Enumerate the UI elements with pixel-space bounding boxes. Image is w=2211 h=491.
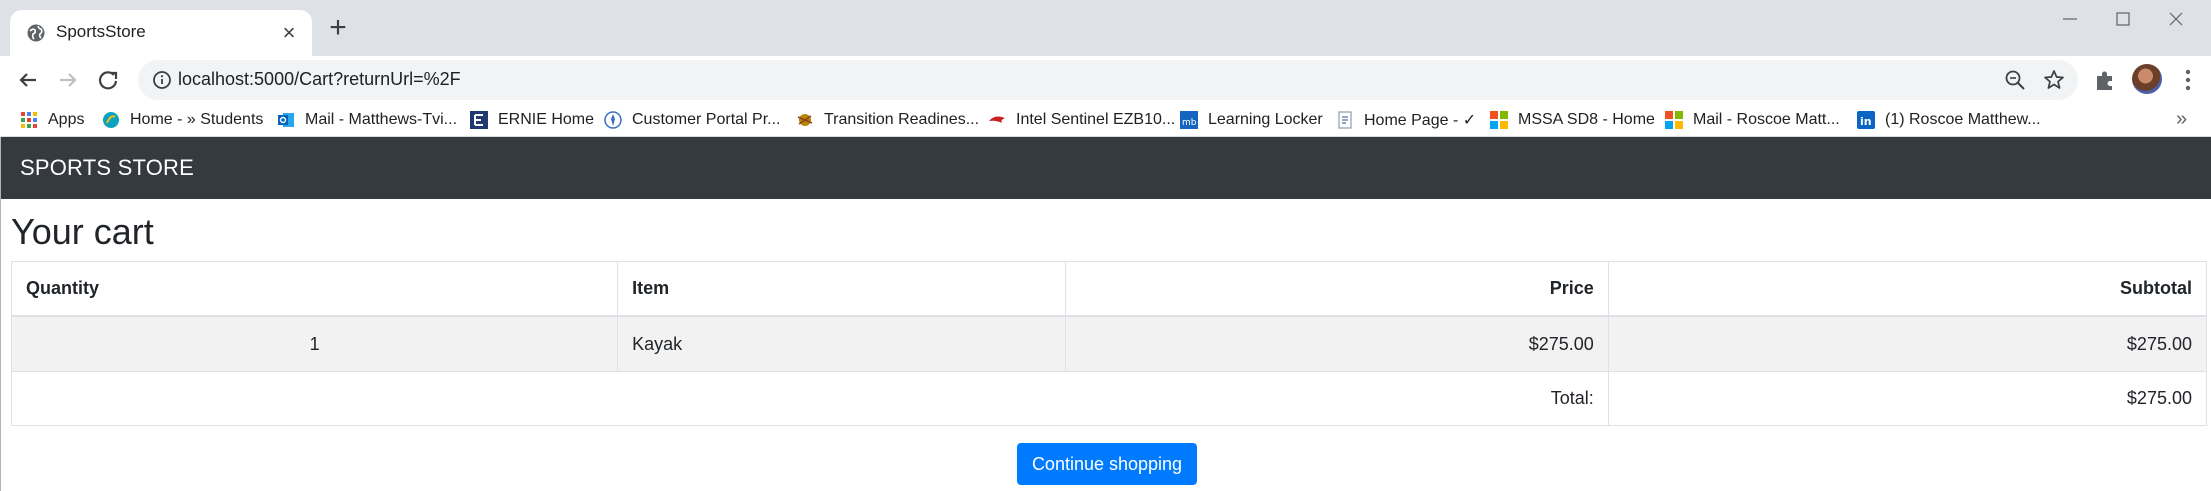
bookmark-label: Transition Readines... [824, 111, 980, 128]
bookmark-label: Apps [48, 111, 85, 128]
table-row: 1 Kayak $275.00 $275.00 [10, 315, 2208, 372]
portal-icon [604, 111, 622, 129]
page-title: Your cart [11, 211, 154, 252]
ernie-icon [470, 111, 488, 129]
bookmark-label: Customer Portal Pr... [632, 111, 781, 128]
bookmark-students[interactable]: Home - » Students [102, 104, 263, 136]
bookmark-mssa[interactable]: MSSA SD8 - Home [1490, 104, 1655, 136]
bookmark-label: Home Page - ✓ [1364, 112, 1477, 129]
bookmark-label: Home - » Students [130, 111, 264, 128]
cart-table: Quantity Item Price Subtotal 1 Kayak $27… [10, 261, 2208, 426]
bookmark-apps[interactable]: Apps [20, 104, 84, 136]
page-icon [1338, 111, 1352, 129]
bookmark-label: Learning Locker [1208, 111, 1323, 128]
total-label: Total: [11, 371, 1609, 426]
bookmark-transition[interactable]: Transition Readines... [796, 104, 979, 136]
bookmarks-overflow-button[interactable]: » [2176, 108, 2187, 131]
bookmark-label: MSSA SD8 - Home [1518, 111, 1655, 128]
reload-icon[interactable] [92, 64, 124, 96]
column-header-item: Item [617, 261, 1066, 317]
total-value: $275.00 [1607, 371, 2208, 426]
linkedin-icon: in [1857, 111, 1875, 129]
browser-tab[interactable]: SportsStore × [10, 10, 312, 56]
microsoft-icon [1490, 111, 1508, 129]
bookmark-linkedin[interactable]: in (1) Roscoe Matthew... [1857, 104, 2041, 136]
column-header-subtotal: Subtotal [1607, 261, 2208, 317]
bookmark-label: Mail - Matthews-Tvi... [305, 111, 458, 128]
new-tab-icon[interactable]: + [322, 12, 354, 44]
bookmark-label: ERNIE Home [498, 111, 595, 128]
bookmark-label: Intel Sentinel EZB10... [1016, 111, 1176, 128]
bookmark-intel-sentinel[interactable]: Intel Sentinel EZB10... [988, 104, 1175, 136]
site-info-icon[interactable] [152, 70, 172, 90]
menu-dots-icon[interactable] [2176, 66, 2200, 94]
column-header-quantity: Quantity [10, 261, 619, 317]
microsoft-icon [1665, 111, 1683, 129]
minimize-icon[interactable] [2046, 4, 2094, 34]
back-arrow-icon[interactable] [12, 64, 44, 96]
cell-subtotal: $275.00 [1607, 315, 2208, 372]
store-navbar: SPORTS STORE [1, 137, 2211, 199]
apps-grid-icon [21, 112, 37, 128]
sentinel-icon [989, 116, 1005, 123]
emblem-icon [797, 114, 813, 126]
bookmark-label: (1) Roscoe Matthew... [1885, 111, 2041, 128]
site-icon [103, 112, 119, 128]
bookmark-label: Mail - Roscoe Matt... [1693, 111, 1840, 128]
cell-item: Kayak [617, 315, 1066, 372]
svg-text:mb: mb [1182, 118, 1197, 128]
url-text[interactable]: localhost:5000/Cart?returnUrl=%2F [178, 69, 461, 90]
bookmark-mail-roscoe[interactable]: Mail - Roscoe Matt... [1665, 104, 1840, 136]
tab-close-icon[interactable]: × [276, 20, 302, 46]
continue-shopping-button[interactable]: Continue shopping [1017, 443, 1197, 485]
browser-toolbar: localhost:5000/Cart?returnUrl=%2F [0, 56, 2211, 104]
extensions-puzzle-icon[interactable] [2092, 67, 2118, 93]
outlook-icon [278, 113, 294, 127]
address-bar[interactable]: localhost:5000/Cart?returnUrl=%2F [138, 60, 2078, 100]
column-header-price: Price [1064, 261, 1609, 317]
bookmark-home-page[interactable]: Home Page - ✓ [1336, 104, 1476, 136]
table-header-row: Quantity Item Price Subtotal [10, 261, 2208, 317]
bookmark-star-icon[interactable] [2042, 68, 2066, 92]
forward-arrow-icon[interactable] [52, 64, 84, 96]
mb-icon: mb [1180, 111, 1198, 129]
tab-title: SportsStore [56, 22, 146, 41]
svg-text:in: in [1860, 115, 1872, 128]
bookmark-customer-portal[interactable]: Customer Portal Pr... [604, 104, 781, 136]
globe-icon [27, 24, 45, 42]
table-total-row: Total: $275.00 [11, 371, 2208, 426]
tab-strip: SportsStore × + [0, 0, 2211, 56]
maximize-icon[interactable] [2099, 4, 2147, 34]
bookmark-mail-matthews[interactable]: Mail - Matthews-Tvi... [277, 104, 457, 136]
cell-price: $275.00 [1064, 315, 1609, 372]
bookmark-learning-locker[interactable]: mb Learning Locker [1180, 104, 1323, 136]
bookmarks-bar: Apps Home - » Students Mail - Matthews-T… [0, 104, 2211, 137]
store-brand[interactable]: SPORTS STORE [20, 155, 194, 181]
page-viewport: SPORTS STORE Your cart Quantity Item Pri… [0, 137, 2211, 491]
cell-quantity: 1 [10, 315, 619, 372]
bookmark-ernie[interactable]: ERNIE Home [470, 104, 594, 136]
profile-avatar[interactable] [2132, 64, 2162, 94]
zoom-icon[interactable] [2004, 69, 2026, 91]
close-window-icon[interactable] [2152, 4, 2200, 34]
